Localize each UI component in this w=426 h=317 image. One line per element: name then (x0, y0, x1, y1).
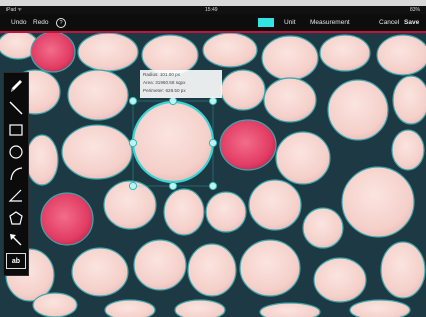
text-tool-button[interactable]: ab (6, 253, 26, 269)
pencil-icon (11, 80, 22, 92)
resize-handle[interactable] (168, 96, 178, 106)
resize-handle[interactable] (128, 138, 138, 148)
arrow-tool-button[interactable] (6, 230, 26, 250)
rectangle-icon (9, 124, 23, 136)
status-time: 15:49 (205, 7, 218, 13)
perimeter-readout: Perimeter: 628.50 px (143, 88, 186, 93)
app-window: iPad ᯤ 15:49 83% Undo Redo ? Unit Measur… (0, 0, 426, 317)
resize-handle[interactable] (128, 181, 138, 191)
resize-handle[interactable] (208, 181, 218, 191)
area-readout: Area: 31960.58 sqpx (143, 80, 186, 85)
resize-handle[interactable] (208, 138, 218, 148)
cancel-button[interactable]: Cancel (379, 14, 399, 31)
angle-tool-button[interactable] (6, 186, 26, 206)
polygon-tool-button[interactable] (6, 208, 26, 228)
radius-readout: Radius: 101.00 px (143, 72, 181, 77)
polygon-icon (9, 211, 23, 225)
carrier-label: iPad ᯤ (6, 7, 22, 13)
line-icon (9, 101, 23, 115)
measurement-button[interactable]: Measurement (310, 14, 350, 31)
battery-label: 83% (409, 7, 420, 13)
arrow-icon (10, 234, 22, 246)
save-button[interactable]: Save (404, 14, 419, 31)
line-tool-button[interactable] (6, 98, 26, 118)
circle-icon (9, 145, 23, 159)
angle-icon (8, 189, 22, 202)
pencil-tool-button[interactable] (6, 76, 26, 96)
rectangle-tool-button[interactable] (6, 120, 26, 140)
help-icon[interactable]: ? (56, 18, 66, 28)
tool-palette: ab (3, 72, 29, 276)
resize-handle[interactable] (128, 96, 138, 106)
unit-button[interactable]: Unit (284, 14, 296, 31)
measurement-label: Radius: 101.00 px Area: 31960.58 sqpx Pe… (140, 70, 222, 98)
status-bar: iPad ᯤ 15:49 83% (0, 6, 426, 14)
color-swatch-button[interactable] (258, 18, 274, 27)
arc-tool-button[interactable] (6, 164, 26, 184)
resize-handle[interactable] (168, 181, 178, 191)
resize-handle[interactable] (208, 96, 218, 106)
undo-button[interactable]: Undo (11, 14, 27, 31)
arc-icon (10, 167, 23, 181)
top-toolbar: Undo Redo ? Unit Measurement Cancel Save (0, 14, 426, 31)
redo-button[interactable]: Redo (33, 14, 49, 31)
circle-tool-button[interactable] (6, 142, 26, 162)
